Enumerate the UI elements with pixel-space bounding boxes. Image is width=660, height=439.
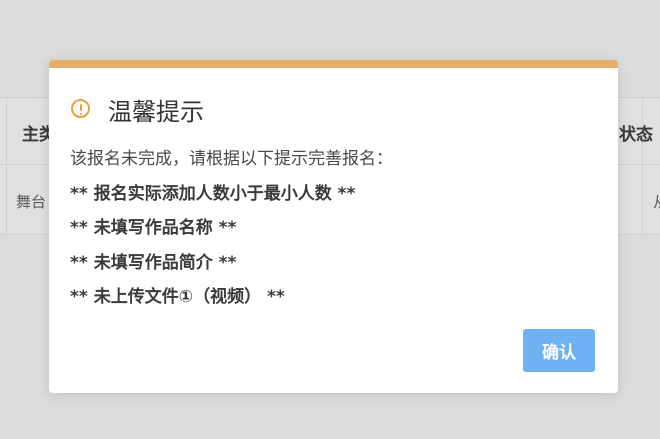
validation-message-list: ** 报名实际添加人数小于最小人数 ** ** 未填写作品名称 ** ** 未填… [70,183,600,309]
table-cell-category: 舞台 [16,193,47,211]
validation-message: ** 未上传文件①（视频） ** [70,287,285,307]
validation-message: ** 报名实际添加人数小于最小人数 ** [70,183,356,204]
warning-circle-icon [71,99,90,118]
dialog-title: 温馨提示 [108,98,204,126]
table-cell-right: 从 [653,191,660,212]
confirm-button[interactable]: 确认 [523,329,595,372]
validation-message: ** 未填写作品名称 ** [70,218,237,238]
dialog-intro-text: 该报名未完成，请根据以下提示完善报名： [70,149,393,169]
table-column-divider [6,98,7,234]
table-header-status: 状态 [619,125,653,145]
dialog-accent-bar [49,60,618,68]
validation-message: ** 未填写作品简介 ** [70,252,237,273]
table-column-divider [642,98,643,234]
dialog-body: 该报名未完成，请根据以下提示完善报名： ** 报名实际添加人数小于最小人数 **… [70,148,600,308]
incomplete-registration-dialog: 温馨提示 该报名未完成，请根据以下提示完善报名： ** 报名实际添加人数小于最小… [49,60,618,393]
